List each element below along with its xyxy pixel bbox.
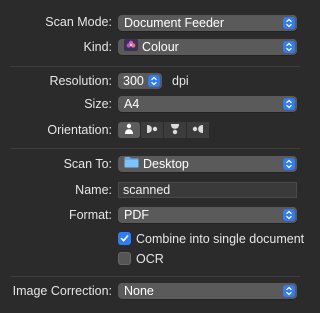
kind-label: Kind: <box>83 40 113 54</box>
orientation-rotate-left-button[interactable] <box>141 122 163 138</box>
chevron-updown-icon <box>283 285 295 297</box>
chevron-updown-icon <box>283 209 295 221</box>
resolution-unit: dpi <box>172 74 189 88</box>
person-upright-icon <box>123 123 135 138</box>
scan-to-label: Scan To: <box>63 157 112 171</box>
chevron-updown-icon <box>283 41 295 53</box>
kind-popup[interactable]: Colour <box>118 39 297 55</box>
chevron-updown-icon <box>283 98 295 110</box>
scan-mode-popup[interactable]: Document Feeder <box>118 15 297 31</box>
combine-checkbox[interactable] <box>118 232 131 245</box>
size-label: Size: <box>84 97 112 111</box>
name-label: Name: <box>75 183 112 197</box>
separator <box>10 276 300 277</box>
orientation-rotate-right-button[interactable] <box>187 122 209 138</box>
chevron-updown-icon <box>283 17 295 29</box>
combine-label: Combine into single document <box>136 232 305 246</box>
resolution-label: Resolution: <box>49 74 112 88</box>
name-input[interactable]: scanned <box>118 182 297 198</box>
orientation-upside-down-button[interactable] <box>164 122 186 138</box>
scan-mode-label: Scan Mode: <box>45 15 112 29</box>
person-rotated-left-icon <box>146 123 158 138</box>
image-correction-value: None <box>124 284 154 298</box>
size-value: A4 <box>124 97 140 111</box>
person-upside-down-icon <box>169 123 181 138</box>
scan-to-popup[interactable]: Desktop <box>118 156 297 172</box>
separator <box>10 66 300 67</box>
image-correction-popup[interactable]: None <box>118 283 297 299</box>
scan-to-value: Desktop <box>143 157 189 171</box>
chevron-updown-icon <box>283 158 295 170</box>
format-label: Format: <box>68 208 112 222</box>
orientation-upright-button[interactable] <box>118 122 140 138</box>
image-correction-label: Image Correction: <box>12 284 112 298</box>
orientation-label: Orientation: <box>47 123 112 137</box>
orientation-segmented-control <box>118 122 209 138</box>
folder-icon <box>124 156 139 172</box>
resolution-value: 300 <box>123 74 144 88</box>
chevron-updown-icon <box>148 75 160 87</box>
ocr-label: OCR <box>136 252 164 266</box>
scan-mode-value: Document Feeder <box>124 16 225 30</box>
separator <box>10 148 300 149</box>
resolution-field[interactable]: 300 <box>118 73 162 89</box>
checkmark-icon <box>120 232 129 246</box>
format-popup[interactable]: PDF <box>118 207 297 223</box>
flower-icon <box>124 39 138 55</box>
format-value: PDF <box>124 208 149 222</box>
size-popup[interactable]: A4 <box>118 96 297 112</box>
kind-value: Colour <box>142 40 179 54</box>
person-rotated-right-icon <box>192 123 204 138</box>
ocr-checkbox[interactable] <box>118 252 131 265</box>
